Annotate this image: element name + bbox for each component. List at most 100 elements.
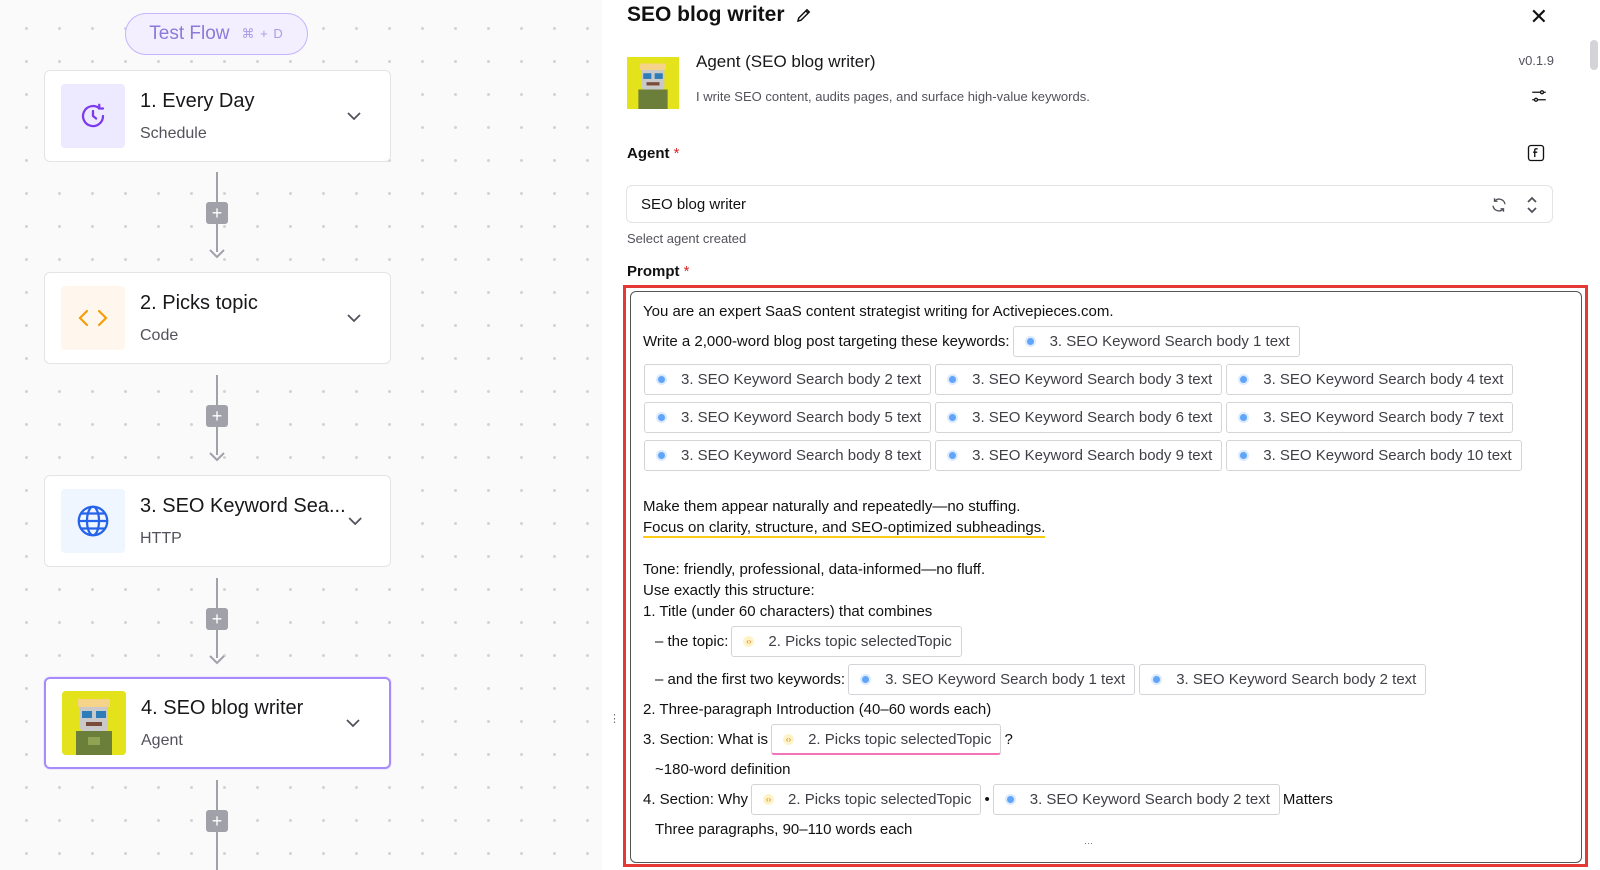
step-subtitle: HTTP: [140, 529, 182, 547]
prompt-line: 3. Section: What is ‹› 2. Picks topic sel…: [643, 721, 1569, 758]
prompt-line: ~180-word definition: [655, 761, 791, 778]
arrow-down-icon: [209, 249, 225, 259]
keyword-token[interactable]: 3. SEO Keyword Search body 9 text: [935, 440, 1223, 471]
prompt-line: Use exactly this structure:: [643, 582, 815, 599]
step-title: 2. Picks topic: [140, 291, 258, 314]
close-icon[interactable]: ✕: [1530, 4, 1548, 30]
globe-icon: [947, 450, 959, 461]
globe-icon: [860, 674, 872, 685]
keyword-token[interactable]: 3. SEO Keyword Search body 5 text: [644, 402, 932, 433]
globe-icon: [947, 412, 959, 423]
clock-icon: [61, 84, 125, 148]
prompt-line: Tone: friendly, professional, data-infor…: [643, 561, 986, 578]
version-label: v0.1.9: [1518, 53, 1554, 68]
topic-token[interactable]: ‹› 2. Picks topic selectedTopic: [731, 626, 962, 657]
globe-icon: [656, 450, 667, 461]
keyword-token-row: 3. SEO Keyword Search body 5 text 3. SEO…: [643, 399, 1569, 436]
chevron-down-icon[interactable]: [346, 516, 364, 526]
prompt-editor[interactable]: You are an expert SaaS content strategis…: [630, 291, 1582, 863]
flow-canvas[interactable]: Test Flow ⌘ + D 1. Every Day Schedule + …: [0, 0, 602, 870]
globe-icon: [1238, 374, 1250, 385]
code-icon: ‹›: [763, 794, 775, 805]
keyword-token[interactable]: 3. SEO Keyword Search body 7 text: [1226, 402, 1514, 433]
chevron-down-icon[interactable]: [344, 111, 364, 121]
prompt-line: 4. Section: Why ‹› 2. Picks topic selecte…: [643, 781, 1569, 818]
globe-icon: [656, 412, 667, 423]
globe-icon: [1004, 794, 1016, 805]
agent-select-value: SEO blog writer: [641, 195, 747, 213]
globe-icon: [1151, 674, 1163, 685]
step-title: 3. SEO Keyword Sea...: [140, 494, 346, 517]
pencil-icon[interactable]: [795, 6, 813, 24]
keyword-token[interactable]: 3. SEO Keyword Search body 2 text: [1139, 664, 1427, 695]
add-step-button[interactable]: +: [206, 810, 228, 832]
prompt-line: 2. Three-paragraph Introduction (40–60 w…: [643, 701, 992, 718]
keyword-token-row: 3. SEO Keyword Search body 8 text 3. SEO…: [643, 437, 1569, 474]
add-step-button[interactable]: +: [206, 202, 228, 224]
globe-icon: [61, 489, 125, 553]
keyword-token[interactable]: 3. SEO Keyword Search body 1 text: [1012, 326, 1300, 357]
prompt-line: You are an expert SaaS content strategis…: [643, 303, 1114, 320]
step-settings-panel: SEO blog writer ✕ Agent (SEO blog writer…: [617, 0, 1600, 870]
prompt-line: – the topic: ‹› 2. Picks topic selectedTo…: [643, 623, 1569, 660]
chevron-down-icon[interactable]: [343, 718, 363, 728]
keyword-token[interactable]: 3. SEO Keyword Search body 2 text: [644, 364, 932, 395]
agent-name: Agent (SEO blog writer): [696, 52, 876, 71]
prompt-line: – and the first two keywords: 3. SEO Key…: [643, 661, 1569, 698]
agent-description: I write SEO content, audits pages, and s…: [696, 89, 1090, 104]
robot-avatar-icon: [62, 691, 126, 755]
refresh-icon[interactable]: [1490, 196, 1508, 214]
keyword-token[interactable]: 3. SEO Keyword Search body 3 text: [935, 364, 1223, 395]
prompt-line: 1. Title (under 60 characters) that comb…: [643, 603, 933, 620]
scrollbar[interactable]: [1590, 40, 1598, 70]
keyword-token[interactable]: 3. SEO Keyword Search body 6 text: [935, 402, 1223, 433]
test-flow-shortcut: ⌘ + D: [241, 26, 284, 41]
keyword-token[interactable]: 3. SEO Keyword Search body 4 text: [1226, 364, 1514, 395]
prompt-line: Three paragraphs, 90–110 words each: [655, 821, 913, 838]
step-subtitle: Schedule: [140, 124, 207, 142]
keyword-token[interactable]: 3. SEO Keyword Search body 10 text: [1226, 440, 1522, 471]
agent-avatar: [627, 57, 679, 109]
agent-field-label: Agent *: [627, 145, 680, 162]
step-title: 1. Every Day: [140, 89, 255, 112]
agent-hint: Select agent created: [627, 231, 747, 246]
code-icon: ‹›: [743, 636, 755, 647]
chevron-down-icon[interactable]: [344, 313, 364, 323]
prompt-line: Focus on clarity, structure, and SEO-opt…: [643, 519, 1046, 538]
dynamic-value-icon[interactable]: [1526, 143, 1546, 163]
chevron-updown-icon[interactable]: [1524, 195, 1540, 215]
step-title: 4. SEO blog writer: [141, 696, 304, 719]
code-icon: ‹›: [783, 733, 795, 745]
sliders-icon[interactable]: [1530, 87, 1548, 105]
arrow-down-icon: [209, 655, 225, 665]
flow-step-every-day[interactable]: 1. Every Day Schedule: [44, 70, 391, 162]
resize-handle-icon[interactable]: ⋮: [609, 712, 620, 726]
panel-title: SEO blog writer: [627, 3, 813, 27]
step-subtitle: Code: [140, 326, 179, 344]
topic-token[interactable]: ‹› 2. Picks topic selectedTopic: [771, 724, 1002, 755]
flow-step-picks-topic[interactable]: 2. Picks topic Code: [44, 272, 391, 364]
globe-icon: [1238, 450, 1250, 461]
prompt-field-label: Prompt *: [627, 263, 690, 280]
keyword-token[interactable]: 3. SEO Keyword Search body 2 text: [992, 784, 1280, 815]
add-step-button[interactable]: +: [206, 608, 228, 630]
arrow-down-icon: [209, 452, 225, 462]
panel-title-text: SEO blog writer: [627, 3, 785, 26]
step-subtitle: Agent: [141, 731, 183, 749]
globe-icon: [1024, 336, 1036, 347]
topic-token[interactable]: ‹› 2. Picks topic selectedTopic: [751, 784, 982, 815]
flow-step-seo-keyword-search[interactable]: 3. SEO Keyword Sea... HTTP: [44, 475, 391, 567]
globe-icon: [947, 374, 959, 385]
add-step-button[interactable]: +: [206, 405, 228, 427]
flow-step-seo-blog-writer[interactable]: 4. SEO blog writer Agent: [44, 677, 391, 769]
keyword-token-row: 3. SEO Keyword Search body 2 text 3. SEO…: [643, 361, 1569, 398]
prompt-line: Make them appear naturally and repeatedl…: [643, 498, 1021, 515]
globe-icon: [1238, 412, 1250, 423]
test-flow-button[interactable]: Test Flow ⌘ + D: [125, 13, 308, 55]
test-flow-label: Test Flow: [149, 23, 230, 44]
keyword-token[interactable]: 3. SEO Keyword Search body 8 text: [644, 440, 932, 471]
code-icon: [61, 286, 125, 350]
resize-grip-icon[interactable]: ⋯: [1084, 838, 1094, 848]
agent-select[interactable]: SEO blog writer: [626, 185, 1553, 223]
keyword-token[interactable]: 3. SEO Keyword Search body 1 text: [848, 664, 1136, 695]
